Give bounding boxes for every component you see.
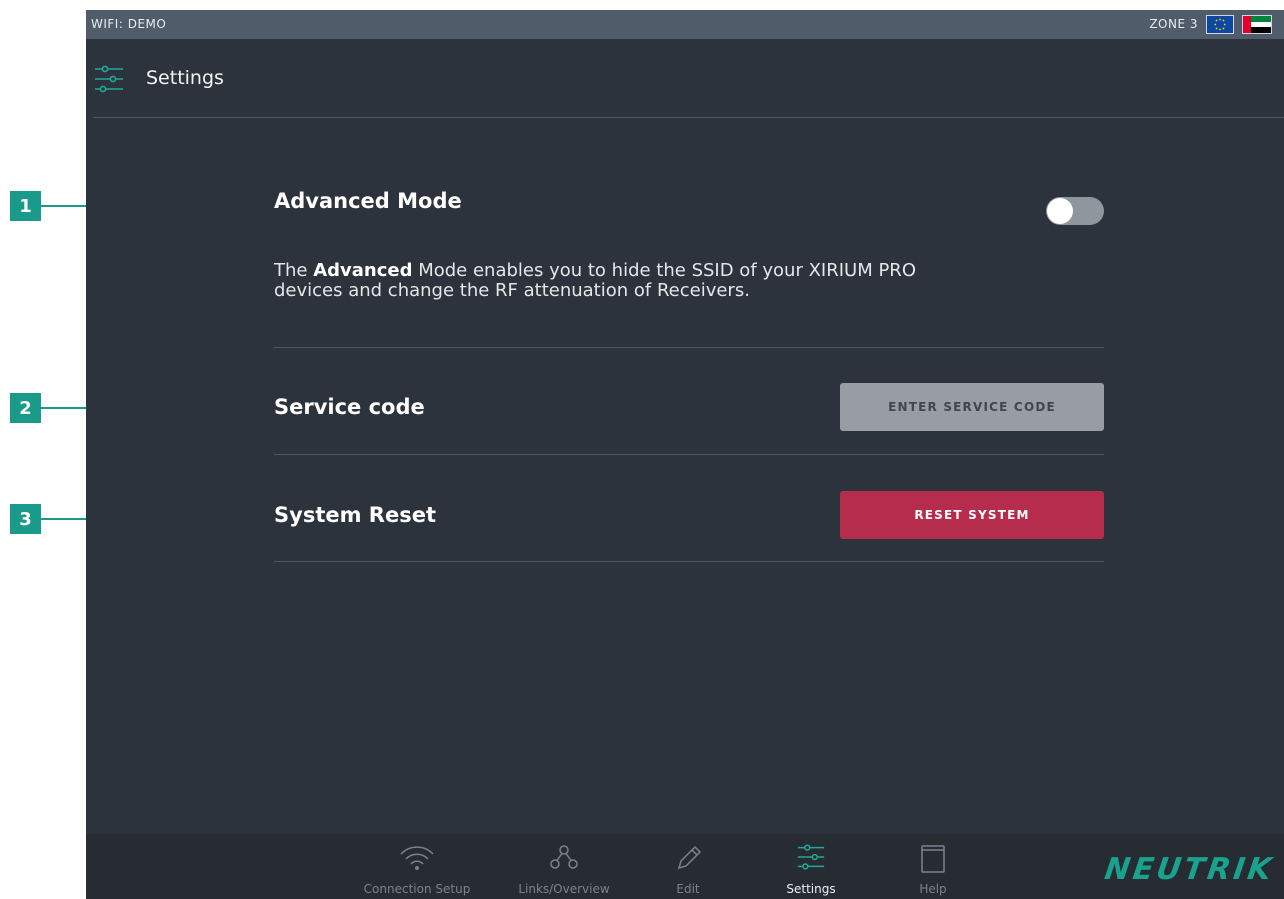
- tab-edit[interactable]: Edit: [633, 834, 743, 899]
- header-divider: [93, 117, 1284, 118]
- divider-2: [274, 454, 1104, 455]
- bottom-tab-bar: Connection Setup Links/Overview Edit Set…: [86, 834, 1284, 899]
- sliders-icon: [756, 842, 866, 872]
- callout-1: 1: [10, 191, 41, 221]
- tab-label: Edit: [676, 882, 700, 896]
- tab-connection-setup[interactable]: Connection Setup: [362, 834, 472, 899]
- divider-3: [274, 561, 1104, 562]
- divider-1: [274, 347, 1104, 348]
- page-header: Settings: [86, 39, 1284, 119]
- advanced-mode-label: Advanced Mode: [274, 189, 462, 213]
- sliders-icon[interactable]: [93, 63, 125, 99]
- advanced-mode-description: The Advanced Mode enables you to hide th…: [274, 261, 934, 301]
- wifi-icon: [362, 842, 472, 872]
- tab-links-overview[interactable]: Links/Overview: [509, 834, 619, 899]
- advanced-mode-toggle[interactable]: [1046, 197, 1104, 225]
- reset-system-button[interactable]: RESET SYSTEM: [840, 491, 1104, 539]
- callout-3: 3: [10, 504, 41, 534]
- tab-help[interactable]: Help: [878, 834, 988, 899]
- tab-label: Help: [919, 882, 947, 896]
- app-window: WIFI: DEMO ZONE 3 Settings Advanced Mode…: [86, 10, 1284, 899]
- service-code-label: Service code: [274, 395, 425, 419]
- zone-indicator: ZONE 3: [1149, 17, 1198, 31]
- wifi-status: WIFI: DEMO: [91, 17, 167, 31]
- status-bar: WIFI: DEMO ZONE 3: [86, 10, 1284, 39]
- tab-label: Settings: [786, 882, 836, 896]
- enter-service-code-button[interactable]: ENTER SERVICE CODE: [840, 383, 1104, 431]
- desc-bold: Advanced: [313, 260, 413, 281]
- uae-flag-icon: [1242, 15, 1272, 34]
- tab-settings[interactable]: Settings: [756, 834, 866, 899]
- callout-2: 2: [10, 393, 41, 423]
- system-reset-label: System Reset: [274, 503, 436, 527]
- links-icon: [509, 842, 619, 872]
- toggle-knob: [1047, 198, 1073, 224]
- book-icon: [878, 842, 988, 873]
- pencil-icon: [633, 842, 743, 872]
- tab-label: Links/Overview: [518, 882, 610, 896]
- page-title: Settings: [146, 67, 224, 89]
- tab-label: Connection Setup: [363, 882, 471, 896]
- neutrik-logo: NEUTRIK: [1102, 852, 1277, 887]
- eu-flag-icon: [1206, 15, 1234, 34]
- desc-prefix: The: [274, 260, 314, 281]
